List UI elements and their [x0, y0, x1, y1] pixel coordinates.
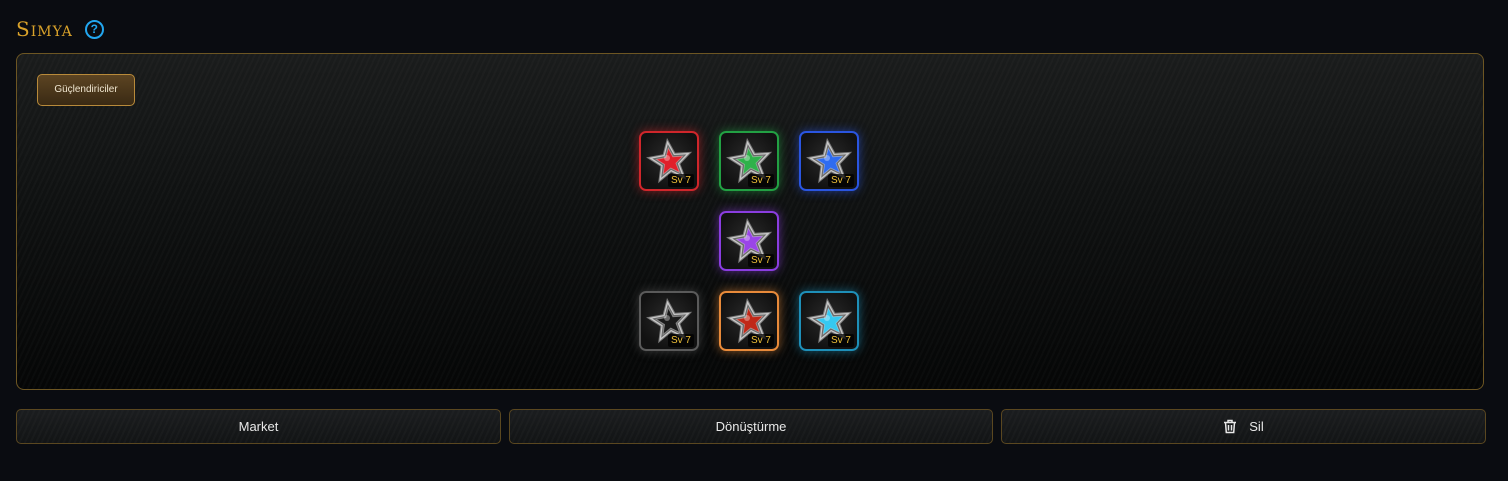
delete-button[interactable]: Sil — [1001, 409, 1486, 444]
trash-icon — [1224, 419, 1237, 434]
level-badge: Sv 7 — [747, 254, 774, 267]
gem-slot-red[interactable]: Sv 7 — [639, 131, 699, 191]
level-badge: Sv 7 — [747, 334, 774, 347]
gem-slot-purple[interactable]: Sv 7 — [719, 211, 779, 271]
market-button-label: Market — [238, 419, 279, 434]
level-badge: Sv 7 — [667, 174, 694, 187]
page-title: Simya — [16, 17, 73, 41]
level-badge: Sv 7 — [667, 334, 694, 347]
delete-button-label: Sil — [1249, 419, 1264, 434]
gem-slot-black[interactable]: Sv 7 — [639, 291, 699, 351]
transform-button-label: Dönüştürme — [715, 419, 787, 434]
level-badge: Sv 7 — [747, 174, 774, 187]
level-badge: Sv 7 — [827, 174, 854, 187]
gem-slot-green[interactable]: Sv 7 — [719, 131, 779, 191]
market-button[interactable]: Market — [16, 409, 501, 444]
header: Simya ? — [16, 14, 104, 44]
alchemy-panel: Güçlendiriciler Sv 7 Sv 7 Sv 7 Sv 7 Sv 7… — [16, 53, 1484, 390]
gem-slot-blue[interactable]: Sv 7 — [799, 131, 859, 191]
category-boosters-button[interactable]: Güçlendiriciler — [37, 74, 135, 106]
level-badge: Sv 7 — [827, 334, 854, 347]
gem-slot-cyan[interactable]: Sv 7 — [799, 291, 859, 351]
help-icon[interactable]: ? — [84, 19, 104, 39]
transform-button[interactable]: Dönüştürme — [509, 409, 993, 444]
gem-slot-orange[interactable]: Sv 7 — [719, 291, 779, 351]
